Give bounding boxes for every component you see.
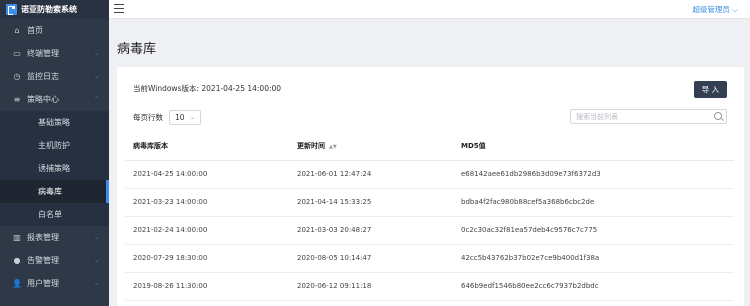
- chevron-down-icon: ⌄: [93, 50, 99, 57]
- logo-icon: [6, 4, 17, 15]
- sidebar-item-label: 报表管理: [27, 233, 59, 242]
- search-icon[interactable]: [714, 112, 722, 120]
- sidebar-subitem-host-protection[interactable]: 主机防护: [0, 134, 109, 157]
- column-header-version: 病毒库版本: [125, 133, 289, 161]
- sidebar-subitem-basic-policy[interactable]: 基础策略: [0, 111, 109, 134]
- chevron-down-icon: ⌄: [93, 257, 99, 264]
- home-icon: ⌂: [14, 26, 20, 35]
- cell-updated: 2021-04-14 15:33:25: [289, 188, 453, 217]
- column-header-updated[interactable]: 更新时间 ▲▼: [289, 133, 453, 161]
- virus-db-table: 病毒库版本 更新时间 ▲▼ MD5值 2021-04-25 14:00:00 20…: [125, 133, 734, 301]
- chevron-down-icon: ⌄: [93, 280, 99, 287]
- cell-version: 2021-04-25 14:00:00: [125, 160, 289, 189]
- table-row[interactable]: 2021-03-23 14:00:00 2021-04-14 15:33:25 …: [125, 188, 734, 217]
- sidebar-menu: ⌂ 首页 ▭ 终端管理 ⌄ ◷ 监控日志 ⌄ ≡ 策略中心 ⌃ 基础策略 主机防…: [0, 19, 109, 295]
- virus-db-card: 当前Windows版本: 2021-04-25 14:00:00 导 入 每页行…: [117, 67, 744, 306]
- sidebar-item-alerts[interactable]: ● 告警管理 ⌄: [0, 249, 109, 272]
- sidebar-item-label: 监控日志: [27, 72, 59, 81]
- chevron-down-icon: ⌄: [189, 114, 195, 121]
- cell-md5: 42cc5b43762b37b02e7ce9b400d1f38a: [453, 244, 734, 273]
- sidebar-item-policy-center[interactable]: ≡ 策略中心 ⌃: [0, 88, 109, 111]
- page-size-control: 每页行数 10 ⌄: [133, 110, 201, 125]
- cell-md5: bdba4f2fac980b88cef5a368b6cbc2de: [453, 188, 734, 217]
- column-header-md5: MD5值: [453, 133, 734, 161]
- sidebar-item-users[interactable]: 👤 用户管理 ⌄: [0, 272, 109, 295]
- brand[interactable]: 诺亚防勒索系统: [0, 0, 109, 19]
- cell-version: 2021-03-23 14:00:00: [125, 188, 289, 217]
- table-row[interactable]: 2021-02-24 14:00:00 2021-03-03 20:48:27 …: [125, 216, 734, 245]
- sidebar-item-reports[interactable]: ▥ 报表管理 ⌄: [0, 226, 109, 249]
- import-button[interactable]: 导 入: [694, 81, 727, 98]
- chevron-down-icon: ⌄: [93, 234, 99, 241]
- user-icon: 👤: [12, 279, 22, 288]
- page-title: 病毒库: [117, 42, 157, 57]
- sidebar-item-label: 用户管理: [27, 279, 59, 288]
- cell-updated: 2021-03-03 20:48:27: [289, 216, 453, 245]
- sidebar-item-label: 策略中心: [27, 95, 59, 104]
- sidebar-item-monitor-log[interactable]: ◷ 监控日志 ⌄: [0, 65, 109, 88]
- chevron-down-icon: ⌄: [93, 73, 99, 80]
- sidebar-subitem-trap-policy[interactable]: 诱捕策略: [0, 157, 109, 180]
- monitor-icon: ▭: [13, 49, 21, 58]
- sidebar-subitem-virus-db[interactable]: 病毒库: [0, 180, 109, 203]
- page-size-label: 每页行数: [133, 113, 163, 122]
- table-row[interactable]: 2021-04-25 14:00:00 2021-06-01 12:47:24 …: [125, 160, 734, 189]
- page-size-select[interactable]: 10 ⌄: [169, 110, 201, 125]
- cell-md5: e68142aee61db2986b3d09e73f6372d3: [453, 160, 734, 189]
- sidebar-item-label: 终端管理: [27, 49, 59, 58]
- chart-icon: ▥: [13, 233, 21, 242]
- sidebar-item-label: 告警管理: [27, 256, 59, 265]
- list-icon: ≡: [13, 95, 21, 104]
- cell-version: 2021-02-24 14:00:00: [125, 216, 289, 245]
- app-name: 诺亚防勒索系统: [21, 5, 77, 14]
- search-box: [570, 109, 727, 124]
- table-row[interactable]: 2019-08-26 11:30:00 2020-06-12 09:11:18 …: [125, 272, 734, 301]
- search-input[interactable]: [571, 110, 706, 123]
- topbar: 超级管理员 ⌵: [109, 0, 750, 19]
- table-row[interactable]: 2020-07-29 18:30:00 2020-08-05 10:14:47 …: [125, 244, 734, 273]
- clock-icon: ◷: [13, 72, 21, 81]
- sidebar: 诺亚防勒索系统 ⌂ 首页 ▭ 终端管理 ⌄ ◷ 监控日志 ⌄ ≡ 策略中心 ⌃ …: [0, 0, 109, 306]
- cell-updated: 2021-06-01 12:47:24: [289, 160, 453, 189]
- sidebar-item-label: 首页: [27, 26, 43, 35]
- chevron-up-icon: ⌃: [93, 96, 99, 103]
- sidebar-item-terminals[interactable]: ▭ 终端管理 ⌄: [0, 42, 109, 65]
- page-size-value: 10: [175, 113, 185, 122]
- sidebar-item-home[interactable]: ⌂ 首页: [0, 19, 109, 42]
- menu-toggle-icon[interactable]: [114, 4, 124, 13]
- current-version-text: 当前Windows版本: 2021-04-25 14:00:00: [133, 84, 282, 93]
- sidebar-subitem-whitelist[interactable]: 白名单: [0, 203, 109, 226]
- sort-icon[interactable]: ▲▼: [329, 144, 337, 150]
- cell-md5: 0c2c30ac32f81ea57deb4c9576c7c775: [453, 216, 734, 245]
- cell-updated: 2020-06-12 09:11:18: [289, 272, 453, 301]
- table-header-row: 病毒库版本 更新时间 ▲▼ MD5值: [125, 133, 734, 161]
- user-menu[interactable]: 超级管理员 ⌵: [692, 4, 738, 15]
- cell-version: 2020-07-29 18:30:00: [125, 244, 289, 273]
- cell-version: 2019-08-26 11:30:00: [125, 272, 289, 301]
- cell-md5: 646b9edf1546b80ee2cc6c7937b2dbdc: [453, 272, 734, 301]
- cell-updated: 2020-08-05 10:14:47: [289, 244, 453, 273]
- alert-icon: ●: [13, 256, 21, 265]
